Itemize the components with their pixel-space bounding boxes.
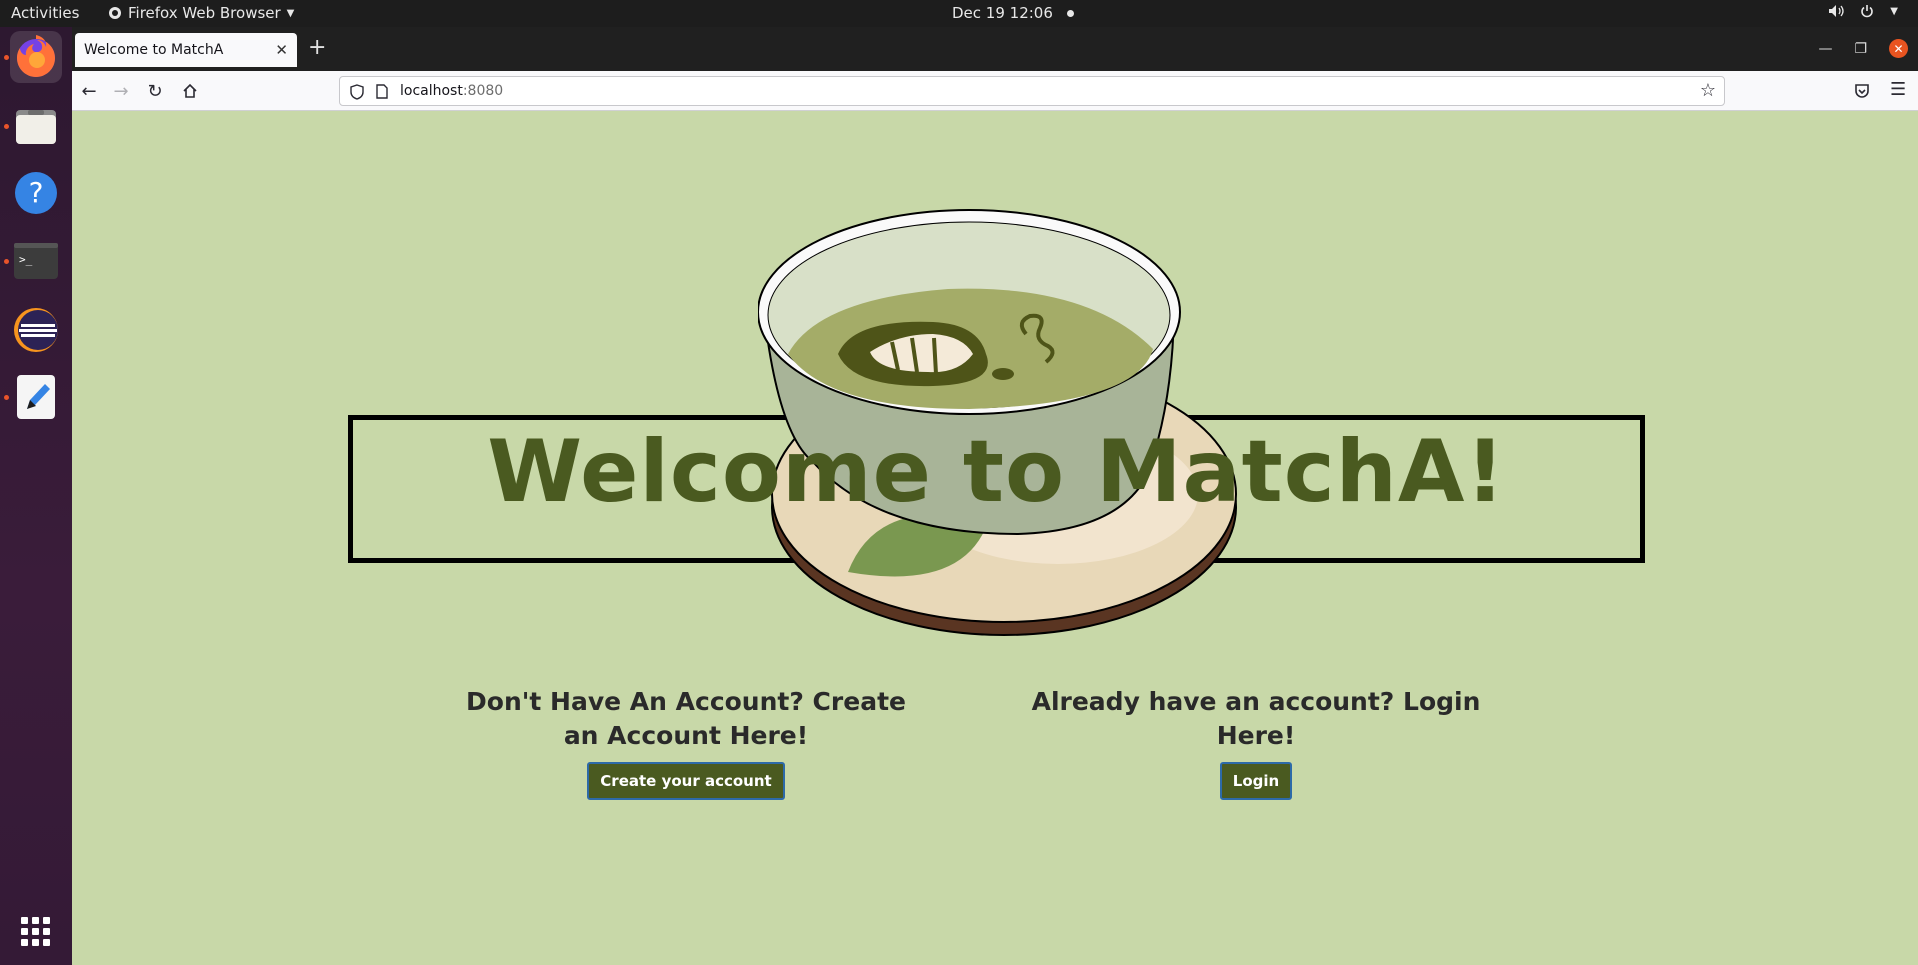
- close-window-icon[interactable]: ✕: [1889, 39, 1908, 58]
- forward-button[interactable]: →: [109, 79, 133, 103]
- activities-button[interactable]: Activities: [11, 4, 79, 22]
- running-indicator: [4, 395, 9, 400]
- signup-section: Don't Have An Account? Create an Account…: [464, 685, 908, 800]
- app-menu[interactable]: Firefox Web Browser ▼: [108, 4, 294, 22]
- pocket-icon[interactable]: [1854, 83, 1870, 99]
- home-icon: [183, 83, 197, 98]
- url-bar[interactable]: localhost :8080 ☆: [339, 76, 1725, 106]
- minimize-icon[interactable]: —: [1818, 41, 1832, 57]
- dock-text-editor[interactable]: [10, 371, 62, 423]
- window-controls: — ❐ ✕: [1818, 39, 1908, 58]
- volume-icon: [1829, 5, 1844, 17]
- back-button[interactable]: ←: [77, 79, 101, 103]
- running-indicator: [4, 124, 9, 129]
- show-apps-button[interactable]: [10, 906, 62, 958]
- chevron-down-icon: ▼: [1890, 5, 1898, 17]
- show-apps-icon: [21, 917, 50, 946]
- tab-title: Welcome to MatchA: [84, 42, 224, 58]
- page-title: Welcome to MatchA!: [487, 422, 1506, 522]
- chevron-down-icon: ▼: [286, 7, 295, 19]
- svg-text:>_: >_: [19, 253, 33, 266]
- page-content: Welcome to MatchA! Don't Have An Account…: [72, 112, 1918, 965]
- close-tab-icon[interactable]: ✕: [275, 41, 288, 59]
- dock-terminal[interactable]: >_: [10, 235, 62, 287]
- create-account-button[interactable]: Create your account: [587, 762, 785, 800]
- dock-eclipse[interactable]: [10, 304, 62, 356]
- help-icon: ?: [15, 172, 57, 214]
- signup-heading: Don't Have An Account? Create an Account…: [466, 687, 906, 750]
- menu-icon[interactable]: ☰: [1890, 79, 1906, 100]
- svg-text:?: ?: [29, 176, 44, 209]
- home-button[interactable]: [178, 79, 202, 103]
- files-icon: [16, 110, 56, 144]
- login-section: Already have an account? Login Here! Log…: [1014, 685, 1498, 800]
- firefox-icon: [17, 35, 55, 77]
- system-top-bar: Activities Firefox Web Browser ▼ Dec 19 …: [0, 0, 1918, 27]
- maximize-icon[interactable]: ❐: [1854, 41, 1867, 57]
- firefox-small-icon: [109, 7, 121, 19]
- clock[interactable]: Dec 19 12:06: [952, 4, 1074, 22]
- bookmark-star-icon[interactable]: ☆: [1700, 80, 1716, 101]
- page-icon: [376, 84, 388, 99]
- dock-files[interactable]: [10, 100, 62, 152]
- url-host: localhost: [400, 83, 463, 99]
- eclipse-icon: [14, 308, 58, 352]
- dock: ? >_: [0, 27, 72, 965]
- tab-strip: Welcome to MatchA ✕ + — ❐ ✕: [72, 27, 1918, 71]
- app-menu-label: Firefox Web Browser: [128, 4, 281, 22]
- reload-button[interactable]: ↻: [143, 79, 167, 103]
- terminal-icon: >_: [14, 243, 58, 279]
- dock-help[interactable]: ?: [10, 167, 62, 219]
- tab-welcome[interactable]: Welcome to MatchA ✕: [75, 33, 297, 67]
- system-menu[interactable]: ▼: [1828, 4, 1898, 18]
- dock-firefox[interactable]: [10, 31, 62, 83]
- nav-bar: ← → ↻ localhost :8080 ☆ ☰: [72, 71, 1918, 111]
- power-icon: [1861, 5, 1874, 18]
- running-indicator: [4, 259, 9, 264]
- text-editor-icon: [17, 375, 55, 419]
- login-heading: Already have an account? Login Here!: [1031, 687, 1481, 750]
- shield-icon: [350, 84, 364, 100]
- new-tab-button[interactable]: +: [308, 37, 326, 59]
- clock-label: Dec 19 12:06: [952, 4, 1053, 22]
- notification-dot-icon: [1066, 9, 1074, 17]
- running-indicator: [4, 55, 9, 60]
- login-button[interactable]: Login: [1219, 762, 1293, 800]
- url-port: :8080: [462, 83, 504, 99]
